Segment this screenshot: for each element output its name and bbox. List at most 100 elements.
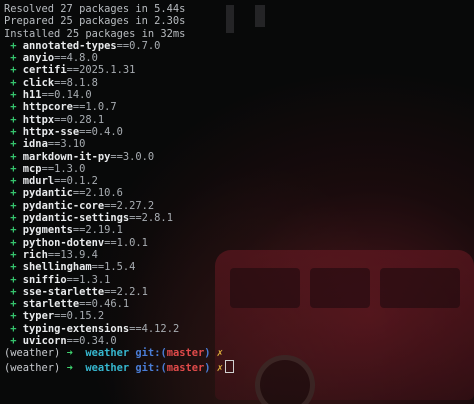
package-line: + h11==0.14.0: [4, 89, 474, 101]
package-version: ==0.46.1: [79, 298, 130, 311]
package-version: ==0.7.0: [116, 39, 161, 52]
package-line: + mdurl==0.1.2: [4, 175, 474, 187]
install-plus-icon: +: [10, 248, 17, 261]
package-line: + sse-starlette==2.2.1: [4, 286, 474, 298]
summary-line: Prepared 25 packages in 2.30s: [4, 15, 186, 28]
prompt-arrow-icon: ➜: [66, 347, 73, 360]
install-plus-icon: +: [10, 187, 17, 200]
package-name: httpx: [22, 113, 55, 126]
install-plus-icon: +: [10, 199, 17, 212]
package-line: + anyio==4.8.0: [4, 52, 474, 64]
package-version: ==2.2.1: [104, 285, 148, 298]
install-plus-icon: +: [10, 273, 17, 286]
package-name: pydantic-settings: [22, 212, 130, 225]
package-name: mcp: [22, 162, 42, 175]
package-name: pydantic-core: [22, 199, 105, 212]
package-name: python-dotenv: [22, 236, 105, 249]
package-version: ==1.0.7: [72, 101, 117, 114]
package-version: ==0.34.0: [66, 335, 117, 348]
prompt-line[interactable]: (weather) ➜ weather git:(master) ✗: [4, 359, 474, 374]
git-label: git:(: [135, 347, 167, 360]
prompt-line: (weather) ➜ weather git:(master) ✗: [4, 347, 474, 359]
package-line: + python-dotenv==1.0.1: [4, 237, 474, 249]
install-plus-icon: +: [10, 310, 17, 323]
install-plus-icon: +: [10, 322, 17, 335]
install-plus-icon: +: [10, 76, 17, 89]
package-name: httpcore: [22, 101, 73, 114]
install-plus-icon: +: [10, 175, 17, 188]
git-label-close: ): [204, 347, 211, 360]
package-line: + shellingham==1.5.4: [4, 261, 474, 273]
package-version: ==1.0.1: [104, 236, 148, 249]
install-plus-icon: +: [10, 52, 17, 65]
install-plus-icon: +: [10, 261, 17, 274]
terminal-output: Resolved 27 packages in 5.44s Prepared 2…: [4, 3, 474, 374]
git-label: git:(: [135, 361, 167, 374]
package-line: + mcp==1.3.0: [4, 163, 474, 175]
package-version: ==4.12.2: [129, 322, 180, 335]
install-plus-icon: +: [10, 113, 17, 126]
package-name: typing-extensions: [22, 322, 130, 335]
package-name: markdown-it-py: [22, 150, 111, 163]
package-version: ==8.1.8: [54, 76, 98, 89]
package-line: + markdown-it-py==3.0.0: [4, 151, 474, 163]
install-plus-icon: +: [10, 285, 17, 298]
package-version: ==0.1.2: [54, 175, 98, 188]
package-name: mdurl: [22, 175, 55, 188]
package-version: ==2.10.6: [72, 187, 123, 200]
package-name: shellingham: [22, 261, 92, 274]
terminal-window[interactable]: Resolved 27 packages in 5.44s Prepared 2…: [0, 0, 474, 404]
summary-line: Installed 25 packages in 32ms: [4, 27, 186, 40]
virtualenv-label: (weather): [4, 361, 61, 374]
virtualenv-label: (weather): [4, 347, 61, 360]
install-plus-icon: +: [10, 125, 17, 138]
install-plus-icon: +: [10, 64, 17, 77]
package-line: + annotated-types==0.7.0: [4, 40, 474, 52]
package-line: + httpx==0.28.1: [4, 114, 474, 126]
cwd-label: weather: [85, 361, 130, 374]
package-version: ==4.8.0: [54, 52, 98, 65]
package-version: ==3.10: [47, 138, 86, 151]
package-version: ==1.3.1: [66, 273, 111, 286]
package-name: pydantic: [22, 187, 73, 200]
package-version: ==1.3.0: [41, 162, 86, 175]
package-line: + typing-extensions==4.12.2: [4, 323, 474, 335]
dirty-icon: ✗: [216, 361, 224, 374]
package-name: annotated-types: [22, 39, 117, 52]
package-line: + pydantic-core==2.27.2: [4, 200, 474, 212]
install-plus-icon: +: [10, 298, 17, 311]
package-name: anyio: [22, 52, 55, 65]
package-list: + annotated-types==0.7.0 + anyio==4.8.0 …: [4, 40, 474, 347]
package-version: ==0.15.2: [54, 310, 105, 323]
install-plus-icon: +: [10, 150, 17, 163]
package-version: ==2.27.2: [104, 199, 155, 212]
package-version: ==2.8.1: [129, 212, 173, 225]
package-name: starlette: [22, 298, 80, 311]
install-plus-icon: +: [10, 212, 17, 225]
summary-line: Resolved 27 packages in 5.44s: [4, 3, 186, 15]
package-name: typer: [22, 310, 55, 323]
install-plus-icon: +: [10, 89, 17, 102]
package-name: click: [22, 76, 55, 89]
package-name: httpx-sse: [22, 125, 80, 138]
package-name: uvicorn: [22, 335, 67, 348]
install-plus-icon: +: [10, 162, 17, 175]
package-name: certifi: [22, 64, 67, 77]
package-line: + rich==13.9.4: [4, 249, 474, 261]
package-line: + pydantic==2.10.6: [4, 187, 474, 199]
install-plus-icon: +: [10, 224, 17, 237]
install-plus-icon: +: [10, 39, 17, 52]
package-name: rich: [22, 248, 48, 261]
install-plus-icon: +: [10, 101, 17, 114]
package-version: ==0.14.0: [41, 89, 92, 102]
package-line: + pydantic-settings==2.8.1: [4, 212, 474, 224]
package-line: + pygments==2.19.1: [4, 224, 474, 236]
package-name: pygments: [22, 224, 73, 237]
package-name: sse-starlette: [22, 285, 105, 298]
package-name: h11: [22, 89, 42, 102]
package-version: ==2.19.1: [72, 224, 123, 237]
package-line: + httpcore==1.0.7: [4, 101, 474, 113]
text-cursor[interactable]: [225, 359, 235, 373]
package-name: sniffio: [22, 273, 67, 286]
cwd-label: weather: [85, 347, 130, 360]
